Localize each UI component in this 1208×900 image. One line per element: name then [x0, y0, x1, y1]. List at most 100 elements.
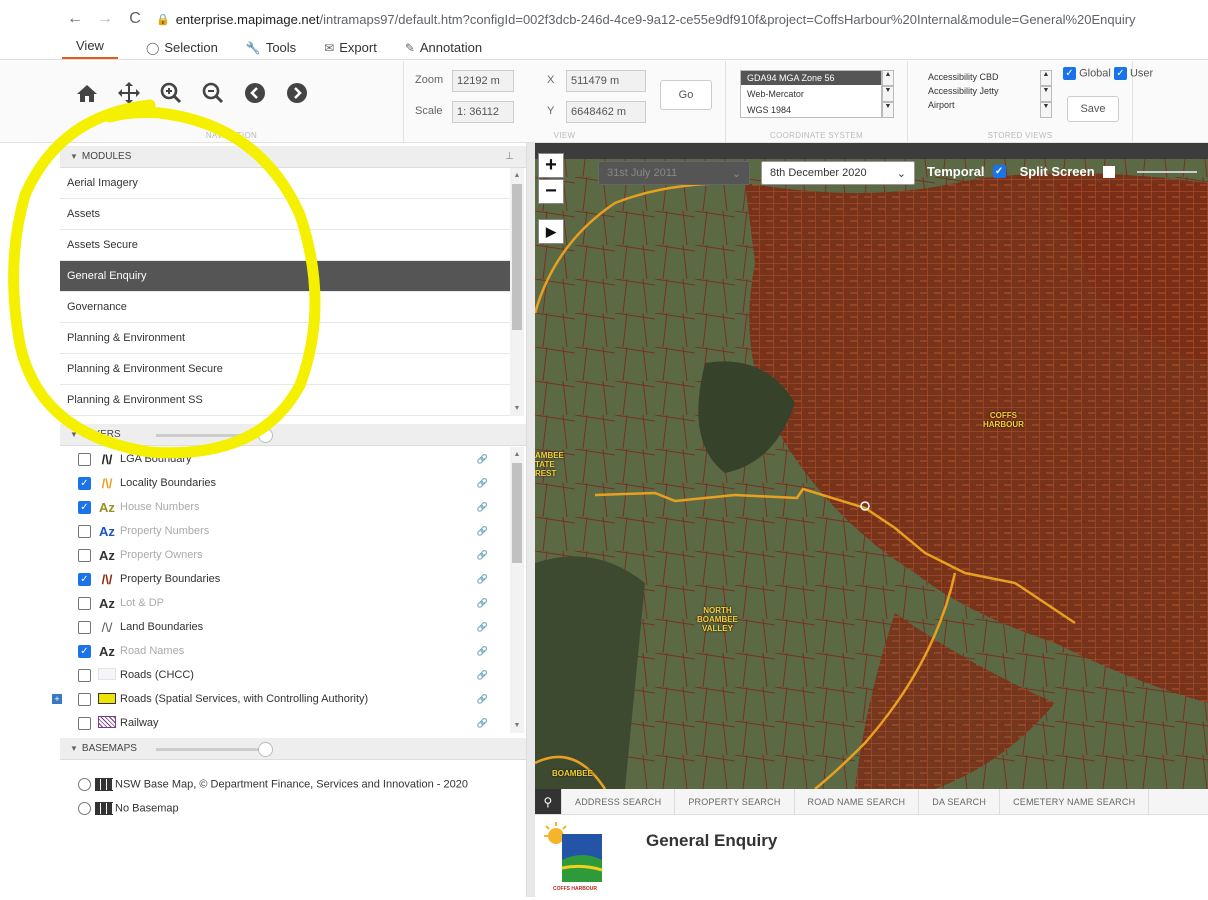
scroll-up-icon[interactable]: ▲: [510, 172, 524, 179]
layer-link-icon[interactable]: 🔗: [477, 478, 488, 489]
select-pointer-button[interactable]: ▶: [538, 219, 564, 244]
layer-row[interactable]: /\/ Land Boundaries 🔗: [78, 615, 498, 639]
map-view[interactable]: + − ▶ 31st July 2011 ⌄ 8th December 2020 ⌄…: [535, 143, 1208, 789]
layer-row[interactable]: Roads (CHCC) 🔗: [78, 663, 498, 687]
coord-option[interactable]: GDA94 MGA Zone 56: [741, 71, 881, 85]
basemap-radio[interactable]: [78, 802, 91, 815]
stored-view-option[interactable]: Accessibility Jetty: [922, 84, 1040, 98]
scroll-down-icon[interactable]: ▼: [510, 405, 524, 412]
scroll-down-icon[interactable]: ▼: [510, 722, 524, 729]
layer-row[interactable]: Railway 🔗: [78, 711, 498, 735]
zoom-out-icon[interactable]: [192, 77, 234, 109]
layer-checkbox[interactable]: [78, 596, 91, 610]
layer-link-icon[interactable]: 🔗: [477, 550, 488, 561]
split-screen-checkbox[interactable]: [1102, 165, 1115, 178]
layer-row[interactable]: ✓ Az Road Names 🔗: [78, 639, 498, 663]
basemap-option[interactable]: NSW Base Map, © Department Finance, Serv…: [78, 778, 468, 791]
tab-da-search[interactable]: DA SEARCH: [919, 789, 1001, 814]
layer-link-icon[interactable]: 🔗: [477, 670, 488, 681]
layers-opacity-slider[interactable]: [156, 434, 261, 437]
temporal-checkbox[interactable]: ✓: [992, 165, 1006, 178]
x-coordinate-input[interactable]: 511479 m: [566, 70, 646, 92]
stored-scroll-down[interactable]: ▼: [1040, 102, 1052, 118]
layer-row[interactable]: Az Property Numbers 🔗: [78, 519, 498, 543]
layer-checkbox[interactable]: [78, 548, 91, 562]
expand-plus-icon[interactable]: +: [52, 694, 62, 704]
module-item[interactable]: Planning & Environment SS: [60, 385, 510, 416]
stored-scroll-up[interactable]: ▲: [1040, 70, 1052, 86]
layer-checkbox[interactable]: ✓: [78, 476, 91, 490]
layer-link-icon[interactable]: 🔗: [477, 622, 488, 633]
coordinate-system-list[interactable]: GDA94 MGA Zone 56 Web-Mercator WGS 1984: [740, 70, 882, 118]
zoom-input[interactable]: 12192 m: [452, 70, 514, 92]
module-item-active[interactable]: General Enquiry: [60, 261, 510, 292]
pin-icon[interactable]: ⊥: [505, 151, 514, 162]
layer-checkbox[interactable]: [78, 524, 91, 538]
module-item[interactable]: Aerial Imagery: [60, 168, 510, 199]
tab-road-name-search[interactable]: ROAD NAME SEARCH: [795, 789, 920, 814]
layer-row[interactable]: ✓ /\/ Locality Boundaries 🔗: [78, 471, 498, 495]
layers-header[interactable]: ▼ LAYERS: [60, 424, 526, 446]
stored-view-option[interactable]: Airport: [922, 98, 1040, 112]
tab-view[interactable]: View: [62, 38, 118, 59]
stored-views-list[interactable]: Accessibility CBD Accessibility Jetty Ai…: [922, 70, 1040, 118]
pan-icon[interactable]: [108, 77, 150, 109]
date-to-select[interactable]: 8th December 2020 ⌄: [761, 161, 915, 185]
layer-link-icon[interactable]: 🔗: [477, 454, 488, 465]
module-item[interactable]: Planning & Environment Secure: [60, 354, 510, 385]
tab-tools[interactable]: 🔧 Tools: [232, 40, 310, 59]
layer-checkbox[interactable]: ✓: [78, 572, 91, 586]
time-slider[interactable]: [1136, 170, 1197, 173]
tab-address-search[interactable]: ADDRESS SEARCH: [562, 789, 676, 814]
tab-export[interactable]: ✉ Export: [310, 40, 391, 59]
layer-checkbox[interactable]: [78, 620, 91, 634]
coord-scroll-mid[interactable]: ▼: [882, 86, 894, 102]
tab-selection[interactable]: ◯ Selection: [132, 40, 232, 59]
address-bar[interactable]: enterprise.mapimage.net/intramaps97/defa…: [176, 12, 1136, 27]
layer-link-icon[interactable]: 🔗: [477, 694, 488, 705]
layer-checkbox[interactable]: [78, 716, 91, 730]
reload-button[interactable]: C: [124, 10, 146, 28]
stored-view-option[interactable]: Accessibility CBD: [922, 70, 1040, 84]
modules-scrollbar[interactable]: ▲ ▼: [510, 168, 524, 416]
back-button[interactable]: ←: [64, 10, 86, 28]
panel-splitter[interactable]: [526, 143, 535, 897]
layer-row[interactable]: + Roads (Spatial Services, with Controll…: [52, 687, 498, 711]
tab-cemetery-name-search[interactable]: CEMETERY NAME SEARCH: [1000, 789, 1150, 814]
module-item[interactable]: Assets Secure: [60, 230, 510, 261]
global-checkbox[interactable]: ✓: [1063, 67, 1076, 80]
coord-option[interactable]: WGS 1984: [741, 103, 881, 117]
layer-link-icon[interactable]: 🔗: [477, 646, 488, 657]
zoom-in-icon[interactable]: [150, 77, 192, 109]
home-icon[interactable]: [66, 77, 108, 109]
basemaps-opacity-slider[interactable]: [156, 748, 261, 751]
layer-row[interactable]: ✓ Az House Numbers 🔗: [78, 495, 498, 519]
save-button[interactable]: Save: [1067, 96, 1119, 122]
module-item[interactable]: Planning & Environment: [60, 323, 510, 354]
layer-checkbox[interactable]: [78, 668, 91, 682]
layer-link-icon[interactable]: 🔗: [477, 502, 488, 513]
zoom-in-button[interactable]: +: [538, 153, 564, 178]
layer-checkbox[interactable]: [78, 692, 91, 706]
layer-checkbox[interactable]: [78, 452, 91, 466]
layer-link-icon[interactable]: 🔗: [477, 574, 488, 585]
layers-scrollbar[interactable]: ▲ ▼: [510, 447, 524, 733]
basemaps-opacity-knob[interactable]: [258, 742, 273, 757]
zoom-out-button[interactable]: −: [538, 179, 564, 204]
search-icon[interactable]: ⚲: [535, 789, 562, 814]
layer-link-icon[interactable]: 🔗: [477, 718, 488, 729]
y-coordinate-input[interactable]: 6648462 m: [566, 101, 646, 123]
tab-property-search[interactable]: PROPERTY SEARCH: [675, 789, 795, 814]
layer-link-icon[interactable]: 🔗: [477, 526, 488, 537]
modules-header[interactable]: ▼ MODULES ⊥: [60, 146, 526, 168]
next-extent-icon[interactable]: [276, 77, 318, 109]
layer-link-icon[interactable]: 🔗: [477, 598, 488, 609]
layer-row[interactable]: /\/ LGA Boundary 🔗: [78, 447, 498, 471]
coord-scroll-up[interactable]: ▲: [882, 70, 894, 86]
tab-annotation[interactable]: ✎ Annotation: [391, 40, 496, 59]
coord-option[interactable]: Web-Mercator: [741, 87, 881, 101]
forward-button[interactable]: →: [94, 10, 116, 28]
previous-extent-icon[interactable]: [234, 77, 276, 109]
go-button[interactable]: Go: [660, 80, 712, 110]
basemap-radio[interactable]: [78, 778, 91, 791]
